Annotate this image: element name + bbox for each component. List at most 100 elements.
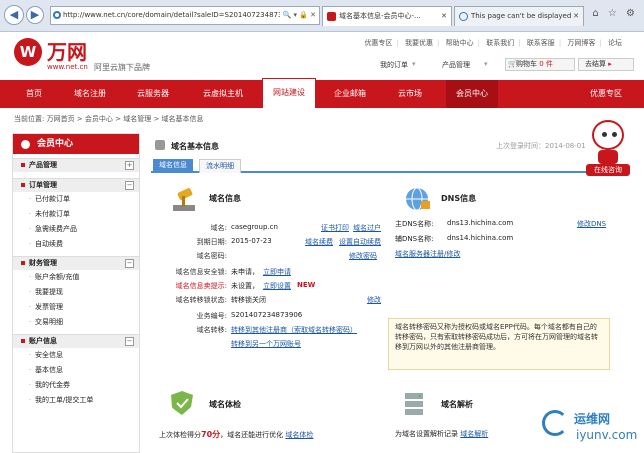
cart-button[interactable]: 🛒 购物车 0 件 bbox=[505, 58, 575, 71]
domain-holder-link[interactable]: 域名过户 bbox=[353, 223, 381, 233]
tab-flow-detail[interactable]: 流水明细 bbox=[199, 159, 241, 173]
top-link[interactable]: 我要优惠 bbox=[405, 39, 433, 47]
window-icons[interactable]: ⌂ ☆ ⚙ bbox=[592, 8, 638, 19]
sidebar-item-renew-urgent[interactable]: 急需续费产品 bbox=[13, 222, 139, 237]
sidebar-item-tickets[interactable]: 我的工单/提交工单 bbox=[13, 393, 139, 408]
sidebar-item-auto-renew[interactable]: 自动续费 bbox=[13, 237, 139, 252]
brand-slogan: 阿里云旗下品牌 bbox=[94, 63, 150, 72]
expand-icon[interactable]: + bbox=[125, 161, 134, 170]
gavel-icon bbox=[173, 188, 195, 211]
top-link[interactable]: 联系客服 bbox=[527, 39, 555, 47]
cart-count: 0 件 bbox=[539, 60, 553, 68]
set-now-link[interactable]: 立即设置 bbox=[263, 281, 291, 291]
brand-url: www.net.cn bbox=[47, 63, 88, 71]
nav-item-market[interactable]: 云市场 bbox=[386, 80, 434, 108]
collapse-icon[interactable]: − bbox=[125, 337, 134, 346]
sidebar-item-withdraw[interactable]: 我要提现 bbox=[13, 285, 139, 300]
top-link[interactable]: 优惠专区 bbox=[364, 39, 392, 47]
sidebar-item-security[interactable]: 安全信息 bbox=[13, 348, 139, 363]
cert-print-link[interactable]: 证书打印 bbox=[321, 223, 349, 233]
domain-panel-title: 域名信息 bbox=[209, 194, 241, 203]
nav-item-email[interactable]: 企业邮箱 bbox=[324, 80, 376, 108]
forward-icon[interactable]: ▶ bbox=[26, 6, 44, 24]
sidebar-section-product[interactable]: 产品管理 + bbox=[13, 158, 139, 172]
modify-password-link[interactable]: 修改密码 bbox=[349, 251, 377, 261]
sidebar-header: 会员中心 bbox=[13, 134, 139, 154]
tab-domain-info[interactable]: 域名信息 bbox=[153, 159, 193, 173]
dns-globe-icon bbox=[406, 187, 430, 211]
online-consult-widget[interactable]: 在线咨询 bbox=[584, 120, 634, 180]
ie-tab-icon bbox=[459, 12, 468, 21]
address-tools-icon[interactable]: 🔍 ▾ 🔒 ✕ bbox=[279, 7, 316, 24]
nav-item-cloud-server[interactable]: 云服务器 bbox=[124, 80, 182, 108]
online-consult-label: 在线咨询 bbox=[586, 164, 630, 176]
health-check-link[interactable]: 域名体检 bbox=[285, 431, 313, 439]
tab-domain-info[interactable]: 域名基本信息-会员中心-... ✕ bbox=[322, 6, 452, 26]
url-text: http://www.net.cn/core/domain/detail?sal… bbox=[63, 11, 287, 19]
sidebar-section-order[interactable]: 订单管理 − bbox=[13, 178, 139, 192]
top-link[interactable]: 联系我们 bbox=[486, 39, 514, 47]
sidebar-item-transactions[interactable]: 交易明细 bbox=[13, 315, 139, 330]
sidebar-section-account[interactable]: 账户信息 − bbox=[13, 334, 139, 348]
nav-item-home[interactable]: 首页 bbox=[14, 80, 54, 108]
back-icon[interactable]: ◀ bbox=[4, 5, 24, 25]
arrow-icon: ▸ bbox=[608, 60, 612, 68]
nav-item-promo[interactable]: 优惠专区 bbox=[580, 80, 632, 108]
logo-mark-icon: W bbox=[14, 38, 42, 66]
nav-item-website[interactable]: 网站建设 bbox=[262, 78, 316, 108]
tab-label: 域名基本信息-会员中心-... bbox=[339, 12, 421, 20]
auto-renew-link[interactable]: 设置自动续费 bbox=[339, 237, 381, 247]
resolve-link[interactable]: 域名解析 bbox=[460, 430, 488, 438]
dns-server-register-link[interactable]: 域名服务器注册/修改 bbox=[395, 249, 460, 259]
health-score: 70分 bbox=[201, 430, 221, 439]
nav-item-member[interactable]: 会员中心 bbox=[446, 80, 498, 108]
server-icon bbox=[405, 393, 423, 415]
close-tab-icon[interactable]: ✕ bbox=[573, 7, 579, 26]
close-tab-icon[interactable]: ✕ bbox=[441, 7, 447, 26]
main-dns: dns13.hichina.com bbox=[447, 219, 514, 227]
page-title: 域名基本信息 bbox=[171, 142, 219, 151]
transfer-out-link[interactable]: 转移到其他注册商（索取域名转移密码） bbox=[231, 325, 357, 335]
member-icon bbox=[21, 140, 30, 149]
top-link[interactable]: 论坛 bbox=[608, 39, 622, 47]
watermark: 运维网 iyunv.com bbox=[540, 404, 644, 452]
sidebar-item-paid[interactable]: 已付款订单 bbox=[13, 192, 139, 207]
sidebar-item-vouchers[interactable]: 我的代金券 bbox=[13, 378, 139, 393]
sidebar-item-basic-info[interactable]: 基本信息 bbox=[13, 363, 139, 378]
address-bar[interactable]: http://www.net.cn/core/domain/detail?sal… bbox=[50, 6, 320, 25]
sale-notice-status: 未设置， bbox=[231, 282, 259, 290]
resolve-panel-title: 域名解析 bbox=[441, 400, 473, 409]
domain-name: casegroup.cn bbox=[231, 223, 278, 231]
top-link[interactable]: 万网博客 bbox=[567, 39, 595, 47]
site-logo[interactable]: W 万网 www.net.cn 阿里云旗下品牌 bbox=[14, 36, 174, 78]
dns-panel: DNS信息 主DNS名称: dns13.hichina.com 修改DNS 辅D… bbox=[391, 181, 621, 271]
transfer-account-link[interactable]: 转移到另一个万网账号 bbox=[231, 339, 301, 349]
tab-error-page[interactable]: This page can't be displayed ✕ bbox=[454, 6, 584, 26]
modify-lock-link[interactable]: 修改 bbox=[367, 295, 381, 305]
apply-now-link[interactable]: 立即申请 bbox=[263, 267, 291, 277]
nav-item-virtual-host[interactable]: 云虚拟主机 bbox=[192, 80, 254, 108]
sidebar: 会员中心 产品管理 + 订单管理 − 已付款订单 未付款订单 急需续费产品 自动… bbox=[12, 133, 140, 453]
health-panel: 域名体检 上次体检得分70分，域名还能进行优化 域名体检 bbox=[153, 387, 381, 449]
collapse-icon[interactable]: − bbox=[125, 181, 134, 190]
domain-info-panel: 域名信息 域名: casegroup.cn 证书打印 域名过户 到期日期: 20… bbox=[153, 181, 383, 381]
my-order-link[interactable]: 我的订单 bbox=[380, 60, 408, 70]
sidebar-section-finance[interactable]: 财务管理 − bbox=[13, 256, 139, 270]
product-mgmt-link[interactable]: 产品管理 bbox=[442, 60, 470, 70]
user-bar: 我的订单 ▾ 产品管理 ▾ 🛒 购物车 0 件 去结算 ▸ bbox=[380, 58, 634, 72]
business-id: S201407234873906 bbox=[231, 311, 303, 319]
sidebar-item-balance[interactable]: 账户余额/充值 bbox=[13, 270, 139, 285]
sidebar-item-invoice[interactable]: 发票管理 bbox=[13, 300, 139, 315]
checkout-button[interactable]: 去结算 ▸ bbox=[578, 58, 634, 71]
renew-link[interactable]: 域名续费 bbox=[305, 237, 333, 247]
sidebar-item-unpaid[interactable]: 未付款订单 bbox=[13, 207, 139, 222]
security-lock-status: 未申请， bbox=[231, 268, 259, 276]
transfer-password-tooltip: 域名转移密码又称为授权码或域名EPP代码。每个域名都有自己的转移密码，只有索取转… bbox=[388, 318, 610, 370]
cart-label: 购物车 bbox=[516, 60, 537, 68]
modify-dns-link[interactable]: 修改DNS bbox=[577, 219, 606, 229]
brand-name: 万网 bbox=[47, 40, 87, 64]
top-link[interactable]: 帮助中心 bbox=[446, 39, 474, 47]
shield-icon bbox=[171, 391, 193, 415]
nav-item-domain[interactable]: 域名注册 bbox=[66, 80, 114, 108]
collapse-icon[interactable]: − bbox=[125, 259, 134, 268]
